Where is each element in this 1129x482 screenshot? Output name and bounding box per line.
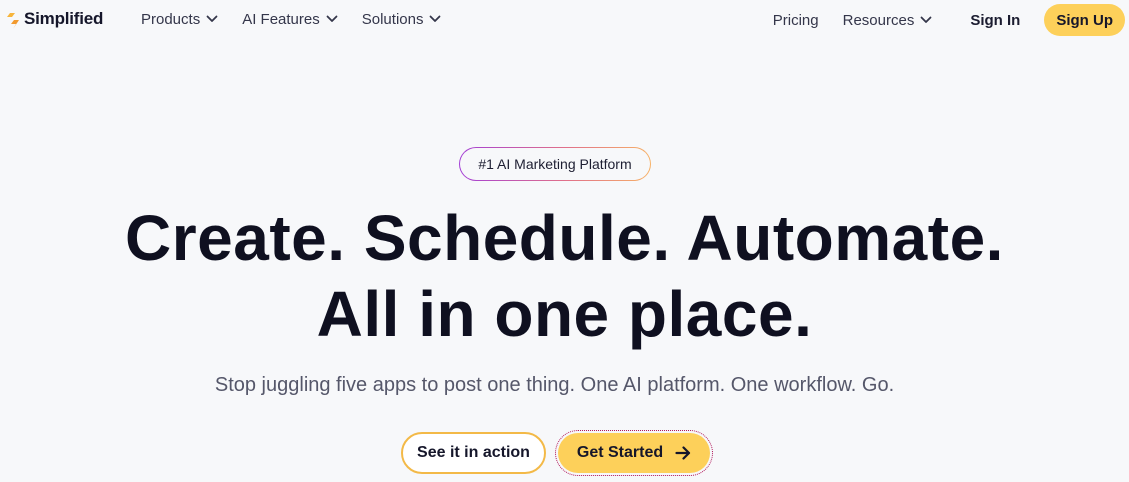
hero-cta-group: See it in action Get Started	[401, 430, 713, 476]
hero-badge: #1 AI Marketing Platform	[459, 147, 651, 181]
brand-name: Simplified	[24, 9, 104, 28]
nav-item-solutions[interactable]: Solutions	[362, 9, 442, 29]
nav-item-products[interactable]: Products	[141, 9, 218, 29]
nav-item-pricing[interactable]: Pricing	[773, 10, 819, 30]
nav-item-label: Solutions	[361, 10, 424, 28]
nav-item-label: AI Features	[242, 10, 320, 28]
brand-logo-link[interactable]: Simplified	[4, 8, 103, 30]
nav-item-resources[interactable]: Resources	[843, 10, 933, 30]
get-started-focus-ring: Get Started	[555, 430, 713, 476]
nav-item-label: Pricing	[772, 11, 819, 29]
hero-headline-line-1: Create. Schedule. Automate.	[125, 202, 1004, 274]
simplified-logo-icon	[7, 9, 19, 29]
nav-item-label: Resources	[842, 11, 915, 29]
get-started-button[interactable]: Get Started	[558, 433, 710, 473]
nav-item-ai-features[interactable]: AI Features	[242, 9, 338, 29]
see-it-in-action-button[interactable]: See it in action	[401, 432, 546, 474]
secondary-nav: Pricing Resources Sign In Sign Up	[773, 4, 1125, 36]
get-started-label: Get Started	[576, 444, 664, 461]
hero-subheadline: Stop juggling five apps to post one thin…	[214, 374, 895, 396]
chevron-down-icon	[920, 16, 932, 23]
hero-headline: Create. Schedule. Automate. All in one p…	[0, 200, 1129, 352]
hero-badge-label: #1 AI Marketing Platform	[460, 148, 650, 180]
sign-in-link[interactable]: Sign In	[970, 12, 1020, 29]
arrow-right-icon	[675, 446, 691, 460]
nav-item-label: Products	[141, 10, 201, 28]
chevron-down-icon	[430, 15, 441, 22]
sign-up-button[interactable]: Sign Up	[1044, 4, 1125, 36]
primary-nav: Products AI Features Solutions	[141, 9, 465, 29]
hero-headline-line-2: All in one place.	[316, 278, 813, 350]
chevron-down-icon	[326, 15, 338, 22]
chevron-down-icon	[206, 15, 218, 22]
top-navigation: Simplified Products AI Features Solution…	[0, 0, 1129, 40]
